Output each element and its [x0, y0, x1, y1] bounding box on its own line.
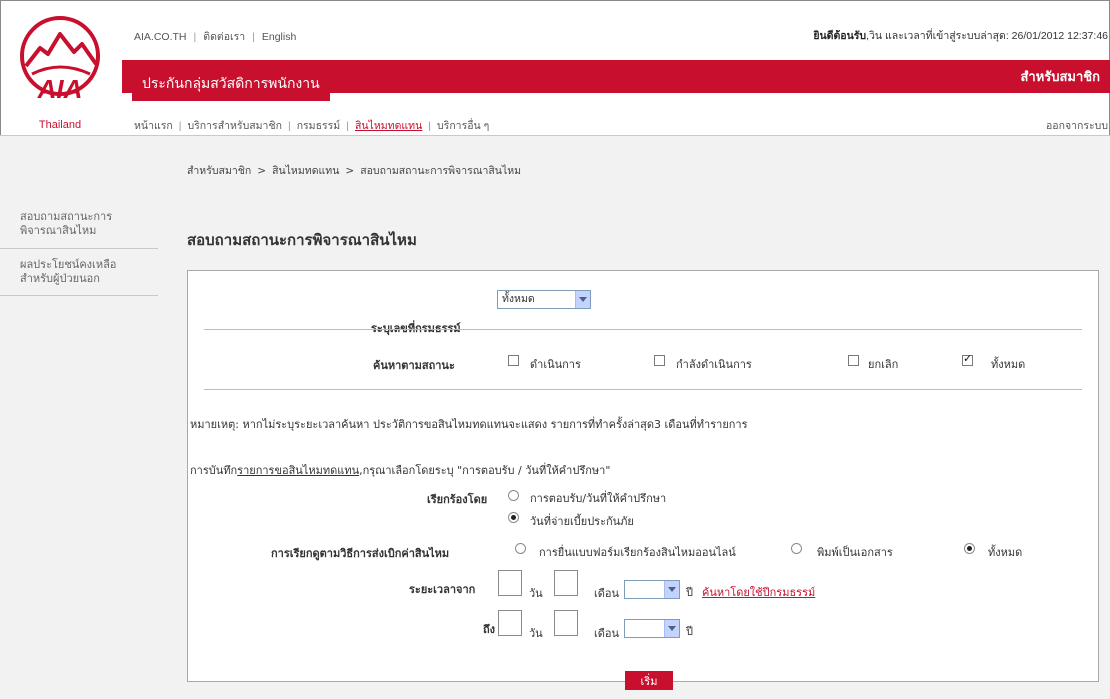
claim-by-radio-consult-date[interactable] [508, 490, 519, 501]
welcome-prefix: ยินดีต้อนรับ [813, 30, 867, 42]
main-nav: หน้าแรก | บริการสำหรับสมาชิก | กรมธรรม์ | สินไ… [134, 120, 490, 132]
year-label: ปี [686, 586, 693, 599]
sidebar-item-claim-status[interactable]: สอบถามสถานะการ พิจารณาสินไหม [0, 210, 158, 238]
form-divider [204, 389, 1082, 390]
breadcrumb-current: สอบถามสถานะการพิจารณาสินไหม [360, 165, 522, 177]
status-option-label: ทั้งหมด [991, 358, 1026, 371]
breadcrumb-separator: > [345, 165, 355, 177]
breadcrumb-item[interactable]: สำหรับสมาชิก [187, 165, 251, 177]
day-label: วัน [529, 627, 543, 640]
status-checkbox-all[interactable] [962, 352, 973, 366]
status-option-label: ยกเลิก [868, 358, 899, 371]
welcome-message: ยินดีต้อนรับ,วิน และเวลาที่เข้าสู่ระบบล่… [813, 27, 1108, 44]
search-by-policy-year-link[interactable]: ค้นหาโดยใช้ปีกรมธรรม์ [702, 583, 815, 601]
nav-policy[interactable]: กรมธรรม์ [297, 120, 341, 132]
policy-label: ระบุเลขที่กรมธรรม์ [371, 322, 461, 335]
form-divider [204, 329, 1082, 330]
breadcrumb-separator: > [257, 165, 267, 177]
record-prefix: การบันทึก [190, 464, 238, 477]
submit-method-option-label: การยื่นแบบฟอร์มเรียกร้องสินไหมออนไลน์ [539, 546, 736, 559]
claim-list-link[interactable]: รายการขอสินไหมทดแทน [237, 464, 359, 477]
top-link-contact[interactable]: ติดต่อเรา [203, 31, 245, 43]
month-label: เดือน [594, 627, 620, 640]
breadcrumb-item[interactable]: สินไหมทดแทน [272, 165, 339, 177]
sidebar-item-label: สอบถามสถานะการ [20, 210, 113, 223]
from-day-input[interactable] [498, 570, 522, 596]
submit-method-radio-paper[interactable] [791, 543, 802, 554]
top-link-english[interactable]: English [262, 31, 296, 43]
sidebar-item-label: ผลประโยชน์คงเหลือ [20, 258, 117, 271]
status-checkbox-in-progress[interactable] [654, 355, 665, 366]
start-search-button[interactable]: เริ่ม [625, 671, 673, 690]
policy-select[interactable]: ทั้งหมด [497, 290, 591, 309]
submit-method-label: การเรียกดูตามวิธีการส่งเบิกค่าสินไหม [271, 547, 450, 560]
record-suffix: ,กรุณาเลือกโดยระบุ "การตอบรับ / วันที่ให… [359, 464, 611, 477]
chevron-down-icon [575, 291, 590, 308]
site-title-tab[interactable]: ประกันกลุ่มสวัสดิการพนักงาน [132, 68, 330, 104]
top-links: AIA.CO.TH | ติดต่อเรา | English [134, 31, 297, 43]
to-year-select[interactable] [624, 619, 680, 638]
period-from-label: ระยะเวลาจาก [409, 583, 476, 596]
top-link-aia[interactable]: AIA.CO.TH [134, 31, 187, 43]
member-label: สำหรับสมาชิก [1020, 70, 1100, 85]
logout-link[interactable]: ออกจากระบบ [1046, 117, 1108, 134]
search-note: หมายเหตุ: หากไม่ระบุระยะเวลาค้นหา ประวัต… [190, 418, 748, 431]
nav-claims[interactable]: สินไหมทดแทน [355, 120, 422, 132]
claim-by-label: เรียกร้องโดย [427, 493, 488, 506]
status-checkbox-processed[interactable] [508, 355, 519, 366]
sidebar-item-opd-benefits[interactable]: ผลประโยชน์คงเหลือ สำหรับผู้ป่วยนอก [0, 258, 158, 286]
to-month-input[interactable] [554, 610, 578, 636]
nav-member-services[interactable]: บริการสำหรับสมาชิก [188, 120, 282, 132]
submit-method-option-label: พิมพ์เป็นเอกสาร [817, 546, 893, 559]
claim-by-radio-payment-date[interactable] [508, 512, 519, 523]
submit-method-option-label: ทั้งหมด [988, 546, 1023, 559]
sidebar-divider [0, 248, 158, 249]
page-title: สอบถามสถานะการพิจารณาสินไหม [187, 231, 417, 249]
status-checkbox-cancelled[interactable] [848, 355, 859, 366]
nav-home[interactable]: หน้าแรก [134, 120, 173, 132]
chevron-down-icon [664, 620, 679, 637]
sidebar-item-label: พิจารณาสินไหม [20, 224, 97, 237]
logo-country-label: Thailand [38, 119, 82, 131]
chevron-down-icon [664, 581, 679, 598]
from-year-select[interactable] [624, 580, 680, 599]
record-instruction: การบันทึกรายการขอสินไหมทดแทน,กรุณาเลือกโ… [190, 461, 610, 479]
aia-logo-icon: AIA [20, 16, 100, 104]
submit-method-radio-online[interactable] [515, 543, 526, 554]
svg-text:AIA: AIA [37, 74, 83, 104]
from-month-input[interactable] [554, 570, 578, 596]
claim-by-option-label: การตอบรับ/วันที่ให้คำปรึกษา [530, 492, 667, 505]
year-label: ปี [686, 625, 693, 638]
status-option-label: กำลังดำเนินการ [676, 358, 752, 371]
claim-by-option-label: วันที่จ่ายเบี้ยประกันภัย [530, 515, 634, 528]
policy-select-value: ทั้งหมด [502, 293, 535, 305]
aia-logo[interactable]: AIA Thailand [18, 14, 128, 134]
sidebar-divider [0, 295, 158, 296]
status-option-label: ดำเนินการ [530, 358, 581, 371]
month-label: เดือน [594, 587, 620, 600]
last-login-text: ,วิน และเวลาที่เข้าสู่ระบบล่าสุด: 26/01/… [866, 30, 1108, 42]
sidebar-item-label: สำหรับผู้ป่วยนอก [20, 272, 100, 285]
to-day-input[interactable] [498, 610, 522, 636]
nav-other-services[interactable]: บริการอื่น ๆ [437, 120, 489, 132]
period-to-label: ถึง [483, 623, 496, 636]
breadcrumb: สำหรับสมาชิก > สินไหมทดแทน > สอบถามสถานะการพ… [187, 162, 521, 179]
submit-method-radio-all[interactable] [964, 543, 975, 554]
day-label: วัน [529, 587, 543, 600]
status-label: ค้นหาตามสถานะ [373, 359, 455, 372]
